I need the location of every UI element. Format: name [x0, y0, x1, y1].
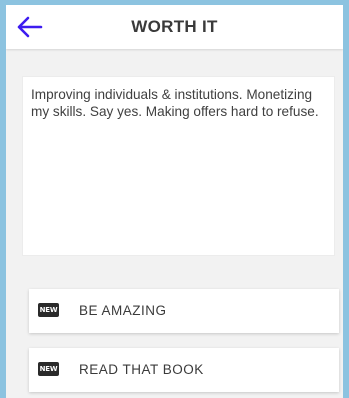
app-screen: WORTH IT Improving individuals & institu…: [6, 5, 343, 398]
page-title: WORTH IT: [131, 17, 218, 36]
note-card[interactable]: Improving individuals & institutions. Mo…: [22, 76, 335, 256]
list-item-label: BE AMAZING: [79, 303, 167, 318]
new-badge-icon: NEW: [38, 303, 59, 317]
list-item-be-amazing[interactable]: NEW BE AMAZING: [29, 289, 339, 333]
back-button[interactable]: [14, 13, 44, 41]
new-badge-icon: NEW: [38, 362, 59, 376]
top-bar: WORTH IT: [6, 5, 343, 49]
list-item-read-that-book[interactable]: NEW READ THAT BOOK: [29, 348, 339, 392]
note-text: Improving individuals & institutions. Mo…: [31, 87, 319, 119]
list-item-label: READ THAT BOOK: [79, 362, 204, 377]
arrow-left-icon: [17, 16, 43, 38]
